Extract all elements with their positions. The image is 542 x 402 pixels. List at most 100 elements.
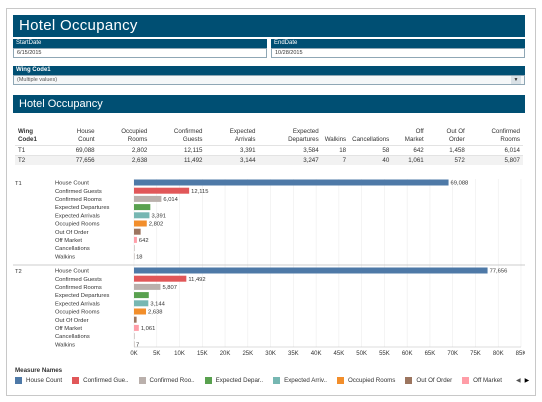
bar-category-label: Expected Arrivals bbox=[55, 301, 100, 307]
table-cell: 69,088 bbox=[56, 144, 98, 155]
bar[interactable] bbox=[134, 236, 137, 243]
legend-item[interactable]: Confirmed Roo.. bbox=[138, 377, 195, 384]
dashboard-title: Hotel Occupancy bbox=[13, 15, 525, 37]
x-tick-label: 30K bbox=[265, 351, 276, 357]
bar-value-label: 3,144 bbox=[150, 301, 165, 307]
bar-value-label: 6,014 bbox=[163, 197, 178, 203]
legend-item[interactable]: Confirmed Gue.. bbox=[72, 377, 129, 384]
x-tick-label: 80K bbox=[493, 351, 504, 357]
bar[interactable] bbox=[134, 187, 190, 194]
bar-category-label: Occupied Rooms bbox=[55, 310, 100, 316]
bar[interactable] bbox=[134, 341, 135, 348]
x-tick-label: 20K bbox=[220, 351, 231, 357]
legend-label: Occupied Rooms bbox=[347, 377, 396, 384]
x-tick-label: 10K bbox=[174, 351, 185, 357]
table-cell: 12,115 bbox=[150, 144, 206, 155]
legend-title: Measure Names bbox=[15, 367, 63, 374]
bar[interactable] bbox=[134, 333, 135, 340]
legend-label: Out Of Order bbox=[416, 377, 453, 384]
table-cell: 5,807 bbox=[467, 154, 523, 165]
x-tick-label: 35K bbox=[288, 351, 299, 357]
x-tick-label: 25K bbox=[242, 351, 253, 357]
table-row: T1 69,088 2,802 12,115 3,391 3,584 18 58… bbox=[15, 144, 523, 155]
bar[interactable] bbox=[134, 179, 449, 186]
x-tick-label: 45K bbox=[334, 351, 345, 357]
table-cell: 58 bbox=[349, 144, 393, 155]
legend-label: Confirmed Roo.. bbox=[149, 377, 195, 384]
table-cell: 2,802 bbox=[97, 144, 151, 155]
table-cell: 3,584 bbox=[258, 144, 322, 155]
table-cell: 3,144 bbox=[205, 154, 259, 165]
col-header: Walkins bbox=[324, 135, 347, 143]
legend-item[interactable]: Occupied Rooms bbox=[336, 377, 396, 384]
legend-label: Expected Arriv.. bbox=[284, 377, 327, 384]
bar[interactable] bbox=[134, 308, 147, 315]
legend-swatch bbox=[15, 377, 22, 384]
x-tick-label: 40K bbox=[311, 351, 322, 357]
bar-category-label: Confirmed Rooms bbox=[55, 197, 102, 203]
bar[interactable] bbox=[134, 292, 149, 299]
bar[interactable] bbox=[134, 228, 141, 235]
bar[interactable] bbox=[134, 204, 151, 211]
legend-item[interactable]: Expected Arriv.. bbox=[273, 377, 327, 384]
col-header: Occupied Rooms bbox=[121, 127, 148, 143]
bar[interactable] bbox=[134, 300, 149, 307]
legend-item[interactable]: Out Of Order bbox=[405, 377, 452, 384]
bar[interactable] bbox=[134, 324, 139, 331]
prev-arrow-icon[interactable]: ◀ bbox=[516, 377, 521, 384]
panel-label: T2 bbox=[15, 269, 22, 275]
x-tick-label: 0K bbox=[130, 351, 137, 357]
table-cell: 7 bbox=[321, 154, 350, 165]
start-date-input[interactable]: 6/15/2015 bbox=[13, 48, 267, 58]
chevron-down-icon[interactable]: ▼ bbox=[511, 76, 521, 84]
table-cell: 2,638 bbox=[97, 154, 151, 165]
x-tick-label: 65K bbox=[425, 351, 436, 357]
summary-title: Hotel Occupancy bbox=[13, 95, 525, 113]
wing-code-filter: Wing Code1 (Multiple values) ▼ bbox=[13, 66, 525, 85]
legend-swatch bbox=[72, 377, 80, 384]
bar[interactable] bbox=[134, 267, 488, 274]
x-tick-label: 75K bbox=[470, 351, 481, 357]
legend-label: House Count bbox=[26, 377, 63, 384]
table-cell: 1,458 bbox=[426, 144, 468, 155]
col-header: Wing Code1 bbox=[18, 127, 37, 143]
bar-value-label: 3,391 bbox=[151, 213, 166, 219]
bar[interactable] bbox=[134, 195, 162, 202]
wing-code-label: Wing Code1 bbox=[13, 66, 525, 75]
x-tick-label: 55K bbox=[379, 351, 390, 357]
legend-label: Off Market bbox=[473, 377, 502, 384]
panel-label: T1 bbox=[15, 181, 22, 187]
legend-item[interactable]: Off Market bbox=[462, 377, 502, 384]
col-header: Cancellations bbox=[352, 135, 390, 143]
next-arrow-icon[interactable]: ▶ bbox=[525, 377, 530, 384]
bar[interactable] bbox=[134, 253, 135, 260]
bar-category-label: Walkins bbox=[55, 254, 75, 260]
bar[interactable] bbox=[134, 212, 150, 219]
col-header: Confirmed Guests bbox=[173, 127, 203, 143]
legend-swatch bbox=[336, 377, 344, 384]
wing-code-value: (Multiple values) bbox=[17, 77, 58, 83]
end-date-filter: EndDate 10/28/2015 bbox=[271, 39, 525, 58]
table-cell: 572 bbox=[426, 154, 468, 165]
legend-item[interactable]: Expected Depar.. bbox=[204, 377, 264, 384]
bar-category-label: Expected Departures bbox=[55, 293, 110, 299]
x-tick-label: 60K bbox=[402, 351, 413, 357]
bar-value-label: 11,492 bbox=[188, 277, 205, 283]
bar-category-label: Walkins bbox=[55, 342, 75, 348]
legend-swatch bbox=[273, 377, 281, 384]
x-tick-label: 15K bbox=[197, 351, 208, 357]
bar[interactable] bbox=[134, 275, 187, 282]
wing-code-dropdown[interactable]: (Multiple values) ▼ bbox=[13, 75, 525, 85]
bar-value-label: 2,638 bbox=[148, 310, 163, 316]
x-tick-label: 5K bbox=[153, 351, 160, 357]
bar[interactable] bbox=[134, 283, 161, 290]
bar[interactable] bbox=[134, 316, 137, 323]
bar-category-label: Cancellations bbox=[55, 334, 90, 340]
legend-item[interactable]: House Count bbox=[15, 377, 62, 384]
bar-category-label: Out Of Order bbox=[55, 230, 89, 236]
bar[interactable] bbox=[134, 220, 147, 227]
table-cell: 11,492 bbox=[150, 154, 206, 165]
end-date-input[interactable]: 10/28/2015 bbox=[271, 48, 525, 58]
legend-label: Expected Depar.. bbox=[215, 377, 264, 384]
bar[interactable] bbox=[134, 245, 135, 252]
